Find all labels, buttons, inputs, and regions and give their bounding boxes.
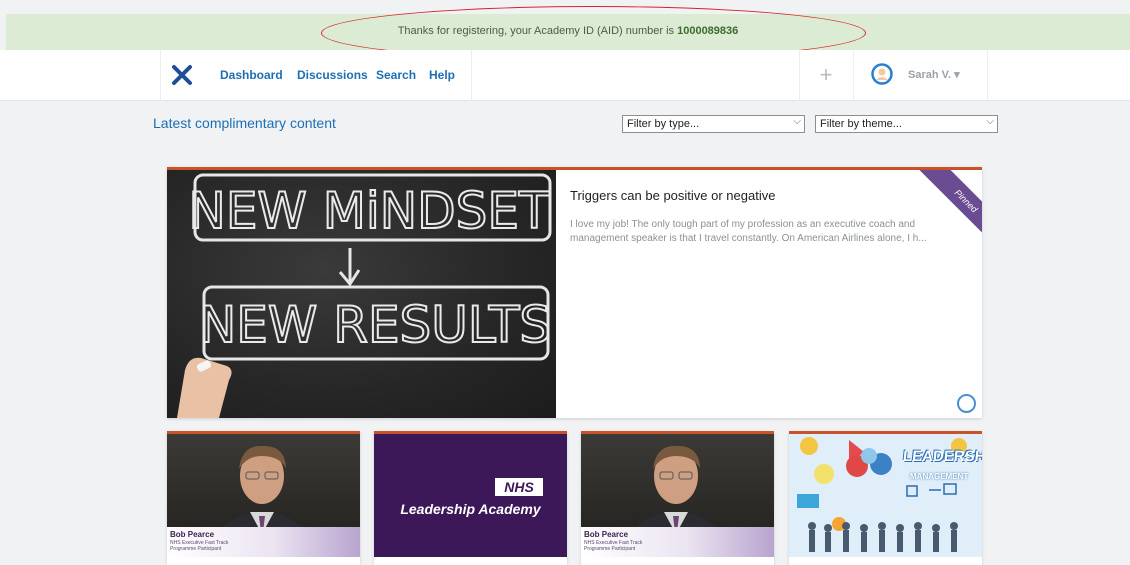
content-card[interactable]: NHS Leadership Academy <box>374 431 567 565</box>
caption-name: Bob Pearce <box>584 530 629 539</box>
caption-role: NHS Executive Fast Track Programme Parti… <box>584 540 643 552</box>
chevron-down-icon: ⌵ <box>793 116 801 127</box>
nav-divider <box>471 50 472 101</box>
nav-container: Dashboard Discussions Search Help + Sara… <box>160 50 988 101</box>
nhs-logo: NHS <box>495 478 543 496</box>
featured-excerpt: I love my job! The only tough part of my… <box>570 219 927 244</box>
user-name: Sarah V. ▾ <box>908 69 960 81</box>
pinned-ribbon: Pinned <box>898 170 982 254</box>
section-title: Latest complimentary content <box>153 115 336 131</box>
caption-name: Bob Pearce <box>170 530 215 539</box>
content-card[interactable]: Bob Pearce NHS Executive Fast Track Prog… <box>167 431 360 565</box>
chalk-text-bottom: NEW RESULTS <box>199 296 551 354</box>
video-thumbnail: Bob Pearce NHS Executive Fast Track Prog… <box>581 434 774 557</box>
featured-title[interactable]: Triggers can be positive or negative <box>570 188 775 203</box>
leadership-thumbnail: LEADERSHIP MANAGEMENT <box>789 434 982 557</box>
academy-logo-icon[interactable] <box>171 64 193 86</box>
banner-message: Thanks for registering, your Academy ID … <box>6 25 1130 37</box>
add-content-button[interactable]: + <box>811 62 841 88</box>
nhs-thumbnail: NHS Leadership Academy <box>374 434 567 557</box>
filter-theme-select[interactable]: Filter by theme... ⌵ <box>815 115 998 133</box>
chevron-down-icon: ⌵ <box>986 116 994 127</box>
nhs-subtitle: Leadership Academy <box>400 501 541 517</box>
top-navbar: Dashboard Discussions Search Help + Sara… <box>0 50 1130 101</box>
featured-card[interactable]: NEW MiNDSET NEW RESULTS Triggers can be … <box>167 167 982 418</box>
caption-band: Bob Pearce NHS Executive Fast Track Prog… <box>581 527 774 557</box>
nav-divider <box>799 50 800 101</box>
chalk-text-top: NEW MiNDSET <box>188 182 550 240</box>
leadership-title: LEADERSHIP <box>902 448 982 465</box>
caption-role: NHS Executive Fast Track Programme Parti… <box>170 540 229 552</box>
registration-banner: Thanks for registering, your Academy ID … <box>6 14 1130 50</box>
chalkboard-drawing: NEW MiNDSET NEW RESULTS <box>177 173 552 418</box>
filter-type-select[interactable]: Filter by type... ⌵ <box>622 115 805 133</box>
leadership-subtitle: MANAGEMENT <box>910 472 969 481</box>
nav-link-help[interactable]: Help <box>429 68 455 82</box>
content-card[interactable]: Bob Pearce NHS Executive Fast Track Prog… <box>581 431 774 565</box>
nav-link-dashboard[interactable]: Dashboard <box>220 68 283 82</box>
nav-link-search[interactable]: Search <box>376 68 416 82</box>
banner-text: Thanks for registering, your Academy ID … <box>397 25 678 37</box>
caption-band: Bob Pearce NHS Executive Fast Track Prog… <box>167 527 360 557</box>
filter-theme-value: Filter by theme... <box>820 118 902 130</box>
loading-spinner-icon <box>957 394 976 413</box>
nav-divider <box>853 50 854 101</box>
pinned-badge: Pinned <box>915 170 982 252</box>
aid-number: 1000089836 <box>677 25 739 37</box>
avatar-icon <box>871 63 893 85</box>
filter-type-value: Filter by type... <box>627 118 700 130</box>
video-thumbnail: Bob Pearce NHS Executive Fast Track Prog… <box>167 434 360 557</box>
content-card[interactable]: LEADERSHIP MANAGEMENT <box>789 431 982 565</box>
chalkboard-image: NEW MiNDSET NEW RESULTS <box>167 170 556 418</box>
nav-link-discussions[interactable]: Discussions <box>297 68 368 82</box>
